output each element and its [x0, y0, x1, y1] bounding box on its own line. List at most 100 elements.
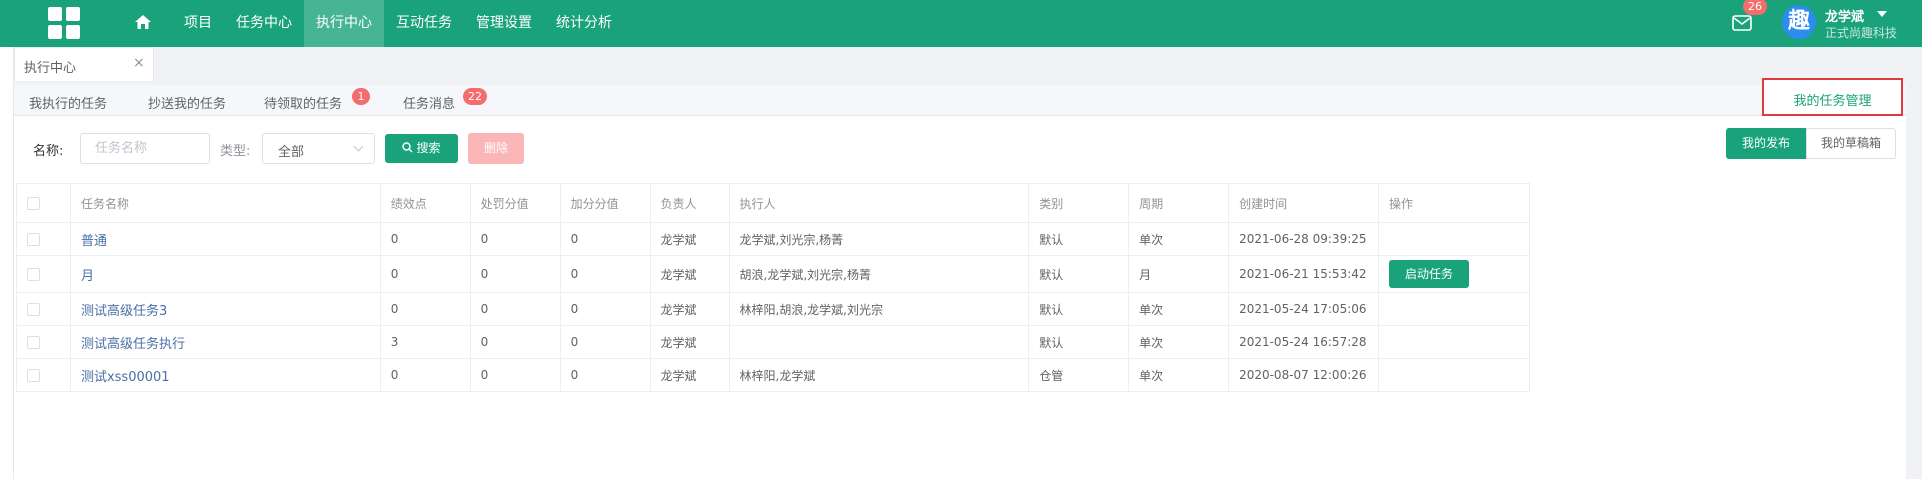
- table-row[interactable]: 测试高级任务执行 3 0 0 龙学斌 默认 单次 2021-05-24 16:5…: [16, 325, 1531, 359]
- start-task-button[interactable]: 启动任务: [1388, 260, 1469, 288]
- nav-item-task-center[interactable]: 任务中心: [224, 0, 304, 47]
- column-header[interactable]: 绩效点: [379, 183, 471, 223]
- mail-icon[interactable]: [1732, 15, 1752, 31]
- nav-item-management-settings[interactable]: 管理设置: [464, 0, 544, 47]
- owner-cell: 龙学斌: [649, 292, 730, 326]
- my-drafts-button[interactable]: 我的草稿箱: [1806, 128, 1896, 159]
- owner-cell: 龙学斌: [649, 358, 730, 392]
- row-checkbox[interactable]: [27, 369, 40, 382]
- name-filter-label: 名称:: [33, 144, 64, 159]
- executors-cell: 胡浪,龙学斌,刘光宗,杨菁: [728, 255, 1030, 293]
- executors-cell: 林梓阳,龙学斌: [728, 358, 1030, 392]
- task-name-input[interactable]: 任务名称: [80, 133, 210, 164]
- tab-task-messages[interactable]: 任务消息: [403, 93, 455, 112]
- chevron-down-icon: [353, 141, 364, 152]
- task-name-link[interactable]: 测试高级任务3: [69, 292, 381, 326]
- penalty-cell: 0: [469, 222, 561, 256]
- select-all-cell: [16, 183, 71, 223]
- cycle-cell: 单次: [1128, 222, 1230, 256]
- table-header-row: 任务名称 绩效点 处罚分值 加分分值 负责人 执行人 类别 周期 创建时间 操作: [16, 183, 1531, 223]
- type-select-value: 全部: [278, 145, 305, 160]
- nav-item-projects[interactable]: 项目: [172, 0, 224, 47]
- page-tab-label: 执行中心: [24, 61, 77, 76]
- app-grid-logo-icon[interactable]: [48, 7, 80, 39]
- penalty-cell: 0: [469, 358, 561, 392]
- row-checkbox[interactable]: [27, 233, 40, 246]
- search-icon: [402, 142, 413, 153]
- column-header[interactable]: 创建时间: [1228, 183, 1379, 223]
- column-header[interactable]: 处罚分值: [469, 183, 561, 223]
- executors-cell: 林梓阳,胡浪,龙学斌,刘光宗: [728, 292, 1030, 326]
- column-header[interactable]: 任务名称: [69, 183, 381, 223]
- my-published-button[interactable]: 我的发布: [1726, 128, 1806, 159]
- nav-item-statistics[interactable]: 统计分析: [544, 0, 624, 47]
- type-filter-label: 类型:: [220, 144, 251, 159]
- row-checkbox[interactable]: [27, 303, 40, 316]
- column-header[interactable]: 执行人: [728, 183, 1030, 223]
- row-checkbox[interactable]: [27, 268, 40, 281]
- task-name-link[interactable]: 月: [69, 255, 381, 293]
- cycle-cell: 单次: [1128, 325, 1230, 359]
- points-cell: 3: [379, 325, 471, 359]
- mail-count-badge: 26: [1743, 0, 1767, 15]
- column-header[interactable]: 周期: [1128, 183, 1230, 223]
- points-cell: 0: [379, 255, 471, 293]
- column-header[interactable]: 类别: [1028, 183, 1130, 223]
- penalty-cell: 0: [469, 255, 561, 293]
- category-cell: 仓管: [1028, 358, 1130, 392]
- penalty-cell: 0: [469, 325, 561, 359]
- owner-cell: 龙学斌: [649, 325, 730, 359]
- created-cell: 2021-05-24 16:57:28: [1228, 325, 1379, 359]
- user-name[interactable]: 龙学斌: [1825, 6, 1864, 25]
- column-header: 操作: [1377, 183, 1531, 223]
- row-checkbox[interactable]: [27, 336, 40, 349]
- created-cell: 2020-08-07 12:00:26: [1228, 358, 1379, 392]
- action-cell: [1377, 358, 1531, 392]
- nav-item-interactive-tasks[interactable]: 互动任务: [384, 0, 464, 47]
- search-button[interactable]: 搜索: [385, 134, 458, 163]
- search-button-label: 搜索: [416, 141, 441, 155]
- bonus-cell: 0: [559, 325, 651, 359]
- category-cell: 默认: [1028, 222, 1130, 256]
- nav-item-execution-center[interactable]: 执行中心: [304, 0, 384, 47]
- bonus-cell: 0: [559, 292, 651, 326]
- user-organization: 正式尚趣科技: [1825, 26, 1898, 40]
- task-name-link[interactable]: 测试xss00001: [69, 358, 381, 392]
- avatar[interactable]: 趣: [1782, 5, 1816, 39]
- table-row[interactable]: 测试xss00001 0 0 0 龙学斌 林梓阳,龙学斌 仓管 单次 2020-…: [16, 358, 1531, 392]
- category-cell: 默认: [1028, 325, 1130, 359]
- table-row[interactable]: 普通 0 0 0 龙学斌 龙学斌,刘光宗,杨菁 默认 单次 2021-06-28…: [16, 222, 1531, 256]
- tab-execution-center[interactable]: 执行中心 ×: [14, 47, 154, 81]
- tab-pending-tasks[interactable]: 待领取的任务: [264, 93, 342, 112]
- tab-my-task-management[interactable]: 我的任务管理: [1762, 78, 1903, 116]
- executors-cell: 龙学斌,刘光宗,杨菁: [728, 222, 1030, 256]
- home-icon[interactable]: [134, 13, 152, 31]
- tab-cc-tasks[interactable]: 抄送我的任务: [148, 93, 226, 112]
- task-name-link[interactable]: 普通: [69, 222, 381, 256]
- tab-my-task-management-label: 我的任务管理: [1793, 94, 1872, 109]
- table-row[interactable]: 月 0 0 0 龙学斌 胡浪,龙学斌,刘光宗,杨菁 默认 月 2021-06-2…: [16, 255, 1531, 293]
- delete-button[interactable]: 删除: [468, 133, 524, 164]
- penalty-cell: 0: [469, 292, 561, 326]
- select-all-checkbox[interactable]: [27, 197, 40, 210]
- top-navbar: 项目 任务中心 执行中心 互动任务 管理设置 统计分析 26 趣 龙学斌 正式尚…: [0, 0, 1922, 47]
- table-row[interactable]: 测试高级任务3 0 0 0 龙学斌 林梓阳,胡浪,龙学斌,刘光宗 默认 单次 2…: [16, 292, 1531, 326]
- action-cell: 启动任务: [1377, 255, 1531, 293]
- column-header[interactable]: 加分分值: [559, 183, 651, 223]
- points-cell: 0: [379, 358, 471, 392]
- task-name-link[interactable]: 测试高级任务执行: [69, 325, 381, 359]
- owner-cell: 龙学斌: [649, 222, 730, 256]
- type-select[interactable]: 全部: [262, 133, 375, 164]
- tab-my-executed-tasks[interactable]: 我执行的任务: [29, 93, 107, 112]
- left-border-strip: [0, 47, 14, 479]
- created-cell: 2021-05-24 17:05:06: [1228, 292, 1379, 326]
- cycle-cell: 月: [1128, 255, 1230, 293]
- close-icon[interactable]: ×: [133, 55, 145, 71]
- caret-down-icon[interactable]: [1877, 11, 1887, 17]
- pending-count-badge: 1: [352, 88, 370, 105]
- task-table: 任务名称 绩效点 处罚分值 加分分值 负责人 执行人 类别 周期 创建时间 操作…: [16, 183, 1531, 392]
- action-cell: [1377, 292, 1531, 326]
- bonus-cell: 0: [559, 222, 651, 256]
- column-header[interactable]: 负责人: [649, 183, 730, 223]
- created-cell: 2021-06-28 09:39:25: [1228, 222, 1379, 256]
